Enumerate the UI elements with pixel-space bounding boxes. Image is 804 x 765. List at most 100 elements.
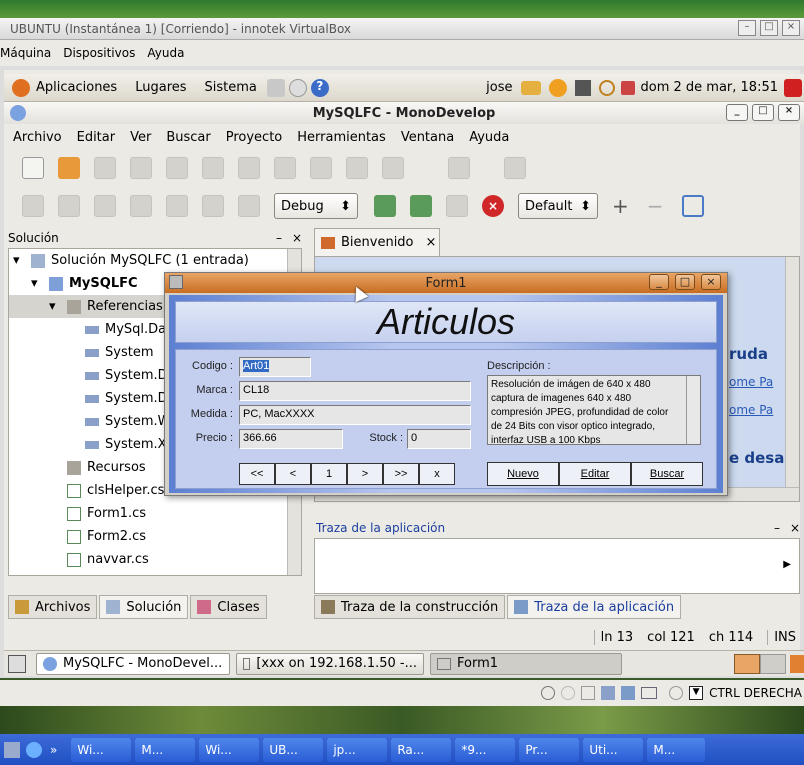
win-task[interactable]: M...: [647, 737, 706, 762]
fullscreen-icon[interactable]: [681, 195, 704, 217]
user-name[interactable]: jose: [486, 80, 512, 95]
menu-herramientas[interactable]: Herramientas: [297, 130, 386, 145]
expander-icon[interactable]: ▾: [49, 299, 63, 314]
delete-record-button[interactable]: x: [419, 463, 455, 485]
find-icon[interactable]: [22, 195, 44, 217]
tab-bienvenido[interactable]: Bienvenido ×: [314, 228, 440, 256]
zoom-in-icon[interactable]: +: [612, 194, 629, 218]
bookmark-icon[interactable]: [130, 195, 152, 217]
win-task[interactable]: Wi...: [199, 737, 260, 762]
win-task[interactable]: *9...: [455, 737, 516, 762]
welcome-link[interactable]: ome Pa: [729, 375, 773, 389]
win-task[interactable]: Wi...: [71, 737, 132, 762]
tab-clases[interactable]: Clases: [190, 595, 267, 619]
close-button[interactable]: ×: [701, 274, 721, 290]
prev-record-button[interactable]: <: [275, 463, 311, 485]
tree-item-file[interactable]: navvar.cs: [9, 548, 301, 571]
vertical-scrollbar[interactable]: [785, 257, 799, 487]
expander-icon[interactable]: ▾: [31, 276, 45, 291]
win-task[interactable]: jp...: [327, 737, 388, 762]
update-icon[interactable]: [548, 78, 567, 97]
win-task[interactable]: UB...: [263, 737, 324, 762]
task-form1[interactable]: Form1: [430, 652, 622, 675]
user-switch-icon[interactable]: [520, 80, 541, 95]
undo-icon[interactable]: [202, 157, 224, 179]
menu-maquina[interactable]: Máquina: [0, 46, 51, 60]
search-icon[interactable]: [598, 79, 615, 96]
tab-app-output[interactable]: Traza de la aplicación: [507, 595, 682, 619]
save-icon[interactable]: [94, 157, 116, 179]
find-next-icon[interactable]: [58, 195, 80, 217]
maximize-button[interactable]: □: [760, 20, 778, 36]
tree-item-solution[interactable]: ▾ Solución MySQLFC (1 entrada): [9, 249, 301, 272]
codigo-field[interactable]: Art01: [239, 357, 311, 377]
record-position[interactable]: 1: [311, 463, 347, 485]
menu-archivo[interactable]: Archivo: [13, 130, 62, 145]
win-task[interactable]: Ra...: [391, 737, 452, 762]
welcome-link[interactable]: e desa: [729, 449, 784, 467]
workspace-1[interactable]: [734, 653, 760, 674]
forward-icon[interactable]: [504, 157, 526, 179]
win-task[interactable]: Uti...: [583, 737, 644, 762]
build-icon[interactable]: [374, 195, 396, 217]
editar-button[interactable]: Editar: [559, 462, 631, 486]
menu-dispositivos[interactable]: Dispositivos: [63, 46, 135, 60]
bookmark-next-icon[interactable]: [166, 195, 188, 217]
ie-icon[interactable]: [26, 741, 42, 758]
close-button[interactable]: ×: [782, 20, 800, 36]
zoom-out-icon[interactable]: −: [647, 194, 664, 218]
pad-close-button[interactable]: ×: [790, 521, 800, 535]
close-button[interactable]: ×: [778, 104, 800, 121]
menu-ventana[interactable]: Ventana: [401, 130, 454, 145]
menu-editar[interactable]: Editar: [77, 130, 116, 145]
copy-icon[interactable]: [310, 157, 332, 179]
expand-arrow-icon[interactable]: ▶: [783, 559, 791, 570]
tree-item-file[interactable]: Form1.cs: [9, 502, 301, 525]
open-folder-icon[interactable]: [58, 157, 80, 179]
menu-ayuda[interactable]: Ayuda: [147, 46, 184, 60]
tab-build-output[interactable]: Traza de la construcción: [314, 595, 506, 619]
pad-minimize-button[interactable]: –: [276, 231, 282, 245]
menu-ayuda[interactable]: Ayuda: [469, 130, 509, 145]
stock-field[interactable]: 0: [407, 429, 471, 449]
minimize-button[interactable]: _: [726, 104, 748, 121]
menu-aplicaciones[interactable]: Aplicaciones: [36, 80, 117, 95]
stop-icon[interactable]: ×: [482, 195, 504, 217]
redo-icon[interactable]: [238, 157, 260, 179]
volume-icon[interactable]: [620, 80, 635, 95]
quicklaunch-chevron[interactable]: »: [50, 743, 57, 757]
last-record-button[interactable]: >>: [383, 463, 419, 485]
menu-sistema[interactable]: Sistema: [205, 80, 257, 95]
bookmark-clear-icon[interactable]: [238, 195, 260, 217]
task-terminal[interactable]: [xxx on 192.168.1.50 -...: [236, 652, 424, 675]
paste-icon[interactable]: [346, 157, 368, 179]
network-tray-icon[interactable]: [4, 741, 20, 758]
descripcion-field[interactable]: Resolución de imágen de 640 x 480 captur…: [487, 375, 701, 445]
mail-icon[interactable]: [288, 78, 307, 97]
menu-ver[interactable]: Ver: [130, 130, 151, 145]
win-task[interactable]: M...: [135, 737, 196, 762]
show-desktop-icon[interactable]: [8, 654, 26, 673]
workspace-2[interactable]: [760, 653, 786, 674]
menu-proyecto[interactable]: Proyecto: [226, 130, 283, 145]
task-monodevelop[interactable]: MySQLFC - MonoDevel...: [36, 652, 230, 675]
rebuild-icon[interactable]: [410, 195, 432, 217]
precio-field[interactable]: 366.66: [239, 429, 343, 449]
trace-output[interactable]: ▶: [314, 538, 800, 594]
vertical-scrollbar[interactable]: [686, 376, 700, 444]
ubuntu-logo-icon[interactable]: [12, 78, 30, 97]
form1-titlebar[interactable]: Form1 _ □ ×: [165, 273, 727, 293]
new-file-icon[interactable]: [22, 157, 44, 179]
marca-field[interactable]: CL18: [239, 381, 471, 401]
power-icon[interactable]: [784, 78, 802, 97]
clock[interactable]: dom 2 de mar, 18:51: [641, 80, 779, 95]
tab-solucion[interactable]: Solución: [99, 595, 189, 619]
minimize-button[interactable]: _: [649, 274, 669, 290]
pad-minimize-button[interactable]: –: [774, 521, 780, 535]
medida-field[interactable]: PC, MacXXXX: [239, 405, 471, 425]
cut-icon[interactable]: [274, 157, 296, 179]
menu-buscar[interactable]: Buscar: [166, 130, 210, 145]
configuration-combo[interactable]: Debug ⬍: [274, 193, 358, 219]
find-prev-icon[interactable]: [94, 195, 116, 217]
first-record-button[interactable]: <<: [239, 463, 275, 485]
